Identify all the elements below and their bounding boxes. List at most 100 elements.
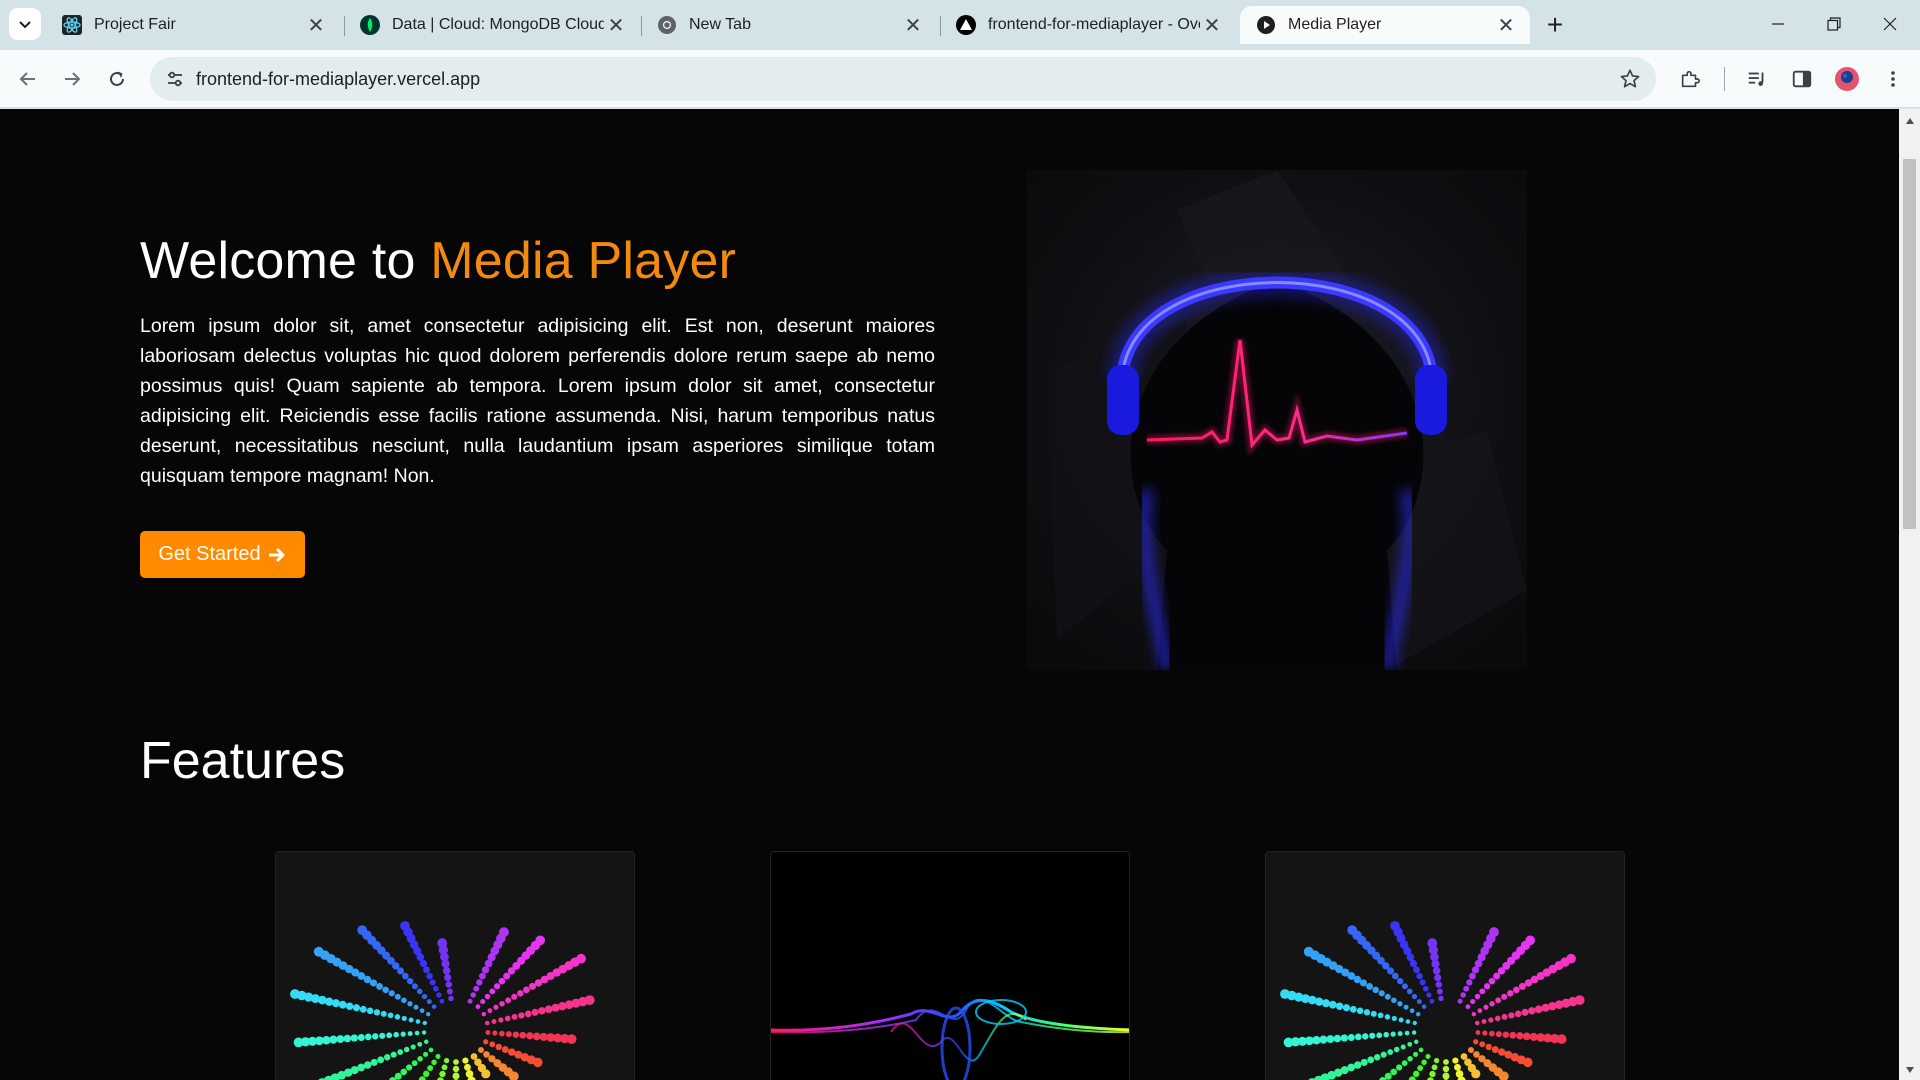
browser-menu-button[interactable] bbox=[1875, 61, 1911, 97]
tab-mongodb[interactable]: Data | Cloud: MongoDB Cloud ✕ bbox=[344, 6, 640, 44]
equalizer-dot bbox=[1534, 1005, 1543, 1014]
vercel-triangle-icon bbox=[956, 15, 976, 35]
equalizer-dot bbox=[1473, 1039, 1479, 1045]
side-panel-button[interactable] bbox=[1784, 61, 1820, 97]
hero-title-accent: Media Player bbox=[430, 232, 737, 290]
equalizer-dot bbox=[1518, 982, 1526, 990]
equalizer-dot bbox=[431, 1059, 437, 1065]
tab-title: frontend-for-mediaplayer - Ove bbox=[988, 16, 1200, 33]
equalizer-dot bbox=[1508, 1012, 1515, 1019]
equalizer-dot bbox=[526, 1032, 534, 1040]
new-tab-button[interactable]: + bbox=[1540, 9, 1570, 40]
chevron-down-icon bbox=[19, 21, 31, 29]
equalizer-dot bbox=[498, 927, 509, 938]
address-bar[interactable]: frontend-for-mediaplayer.vercel.app bbox=[150, 57, 1656, 101]
equalizer-dot bbox=[531, 1008, 539, 1016]
equalizer-dot bbox=[1491, 1046, 1499, 1053]
equalizer-dot bbox=[403, 1046, 410, 1053]
close-icon[interactable]: ✕ bbox=[901, 13, 925, 37]
equalizer-dot bbox=[452, 1072, 460, 1080]
equalizer-dot bbox=[1411, 1030, 1417, 1035]
equalizer-dot bbox=[400, 1068, 408, 1076]
media-controls-button[interactable] bbox=[1739, 61, 1775, 97]
equalizer-dot bbox=[1442, 1065, 1450, 1073]
equalizer-dot bbox=[499, 1030, 505, 1037]
tab-project-fair[interactable]: Project Fair ✕ bbox=[46, 6, 340, 44]
tab-search-button[interactable] bbox=[9, 8, 41, 40]
close-icon[interactable]: ✕ bbox=[1494, 13, 1518, 37]
equalizer-dot bbox=[370, 1058, 378, 1066]
scroll-thumb[interactable] bbox=[1903, 159, 1916, 529]
profile-avatar[interactable] bbox=[1829, 61, 1865, 97]
equalizer-dot bbox=[445, 981, 453, 988]
get-started-button[interactable]: Get Started bbox=[140, 531, 305, 578]
scroll-down-button[interactable] bbox=[1899, 1062, 1920, 1078]
equalizer-dot bbox=[388, 990, 395, 997]
equalizer-dot bbox=[417, 1041, 423, 1047]
equalizer-dot bbox=[495, 1043, 502, 1051]
close-icon[interactable]: ✕ bbox=[1200, 13, 1224, 37]
equalizer-dot bbox=[1457, 998, 1463, 1004]
equalizer-dot bbox=[1280, 989, 1290, 999]
equalizer-dot bbox=[444, 974, 452, 982]
equalizer-dot bbox=[331, 999, 340, 1008]
equalizer-dot bbox=[411, 983, 418, 990]
equalizer-dot bbox=[338, 1000, 347, 1009]
vertical-scrollbar[interactable] bbox=[1899, 109, 1920, 1080]
equalizer-dot bbox=[1481, 1019, 1487, 1024]
equalizer-dot bbox=[1404, 1030, 1410, 1036]
equalizer-dot bbox=[423, 1070, 430, 1078]
tab-title: New Tab bbox=[689, 16, 751, 33]
equalizer-dot bbox=[1372, 986, 1379, 994]
equalizer-dot bbox=[1421, 1004, 1427, 1009]
equalizer-dot bbox=[452, 1065, 460, 1073]
tab-vercel-overview[interactable]: frontend-for-mediaplayer - Ove ✕ bbox=[940, 6, 1236, 44]
equalizer-dot bbox=[517, 990, 524, 997]
extensions-button[interactable] bbox=[1672, 61, 1708, 97]
reload-button[interactable] bbox=[99, 61, 135, 97]
equalizer-dot bbox=[1466, 979, 1473, 986]
restore-button[interactable] bbox=[1806, 0, 1862, 48]
equalizer-dot bbox=[427, 1065, 434, 1072]
equalizer-dot bbox=[480, 999, 486, 1005]
equalizer-dot bbox=[499, 1001, 505, 1007]
equalizer-dot bbox=[1321, 999, 1330, 1008]
equalizer-dot bbox=[439, 998, 445, 1004]
close-icon[interactable]: ✕ bbox=[604, 13, 628, 37]
site-settings-icon[interactable] bbox=[162, 66, 188, 92]
tab-media-player[interactable]: Media Player ✕ bbox=[1240, 6, 1530, 44]
scroll-up-button[interactable] bbox=[1899, 113, 1920, 129]
equalizer-dot bbox=[1408, 1076, 1416, 1080]
equalizer-dot bbox=[1335, 1002, 1344, 1010]
forward-button[interactable] bbox=[54, 61, 90, 97]
url-text[interactable]: frontend-for-mediaplayer.vercel.app bbox=[196, 69, 480, 90]
equalizer-dot bbox=[1483, 1004, 1489, 1010]
tab-title: Project Fair bbox=[94, 16, 176, 33]
equalizer-dot bbox=[1471, 1011, 1477, 1017]
triangle-down-icon bbox=[1905, 1067, 1914, 1073]
equalizer-dot bbox=[1401, 1060, 1408, 1067]
equalizer-dot bbox=[1468, 972, 1476, 980]
triangle-up-icon bbox=[1905, 118, 1914, 124]
equalizer-dot bbox=[429, 979, 436, 986]
tab-new-tab[interactable]: New Tab ✕ bbox=[641, 6, 937, 44]
equalizer-dot bbox=[1495, 997, 1502, 1004]
equalizer-dot bbox=[485, 1030, 491, 1035]
equalizer-dot bbox=[363, 1061, 372, 1069]
equalizer-dot bbox=[1494, 1015, 1501, 1022]
equalizer-dot bbox=[484, 1020, 490, 1026]
more-vertical-icon bbox=[1891, 71, 1895, 87]
equalizer-dot bbox=[421, 1030, 427, 1035]
equalizer-dot bbox=[1356, 1007, 1364, 1015]
back-button[interactable] bbox=[10, 61, 46, 97]
equalizer-dot bbox=[1474, 993, 1481, 1000]
equalizer-dot bbox=[489, 988, 496, 995]
equalizer-dot bbox=[481, 1011, 487, 1017]
mongodb-leaf-icon bbox=[360, 15, 380, 35]
equalizer-dot bbox=[1333, 1034, 1342, 1043]
close-icon[interactable]: ✕ bbox=[304, 13, 328, 37]
bookmark-star-button[interactable] bbox=[1616, 65, 1644, 93]
window-close-button[interactable] bbox=[1862, 0, 1918, 48]
equalizer-dot bbox=[1425, 1053, 1431, 1059]
minimize-button[interactable] bbox=[1750, 0, 1806, 48]
